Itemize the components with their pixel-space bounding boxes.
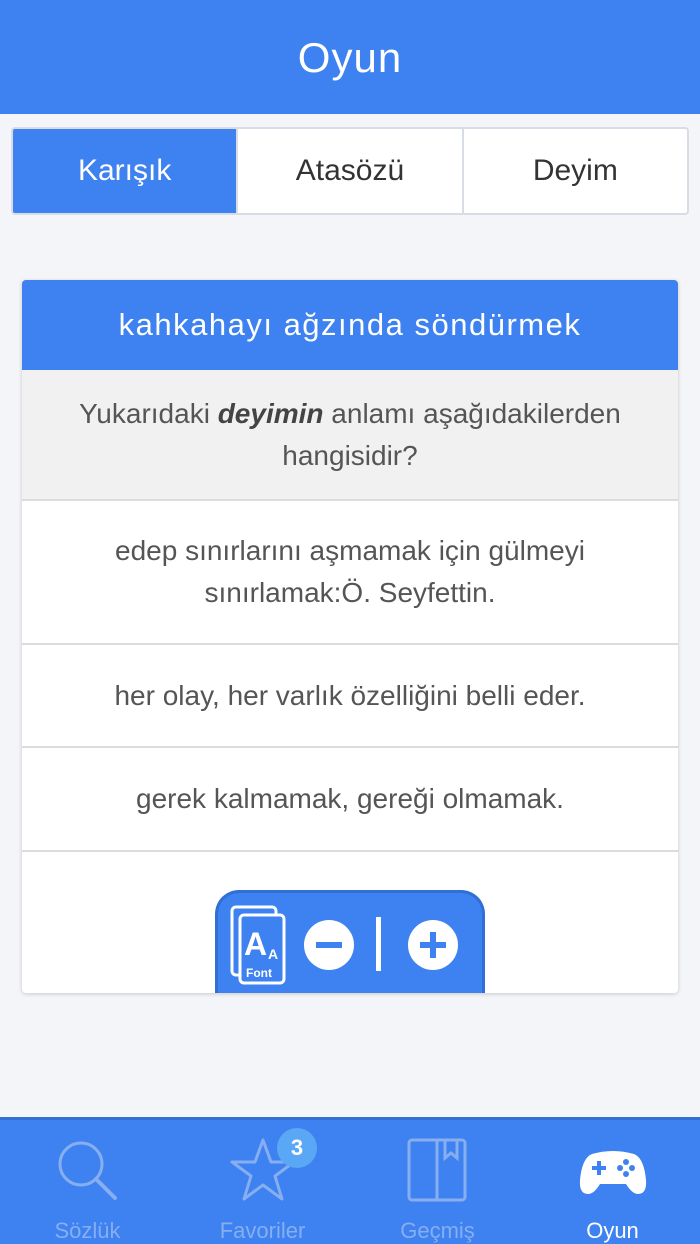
quiz-card: kahkahayı ağzında söndürmek Yukarıdaki d… [22, 280, 678, 993]
segment-deyim[interactable]: Deyim [464, 129, 687, 213]
favorites-count-badge: 3 [277, 1128, 317, 1168]
segment-atasozu[interactable]: Atasözü [238, 129, 464, 213]
tab-oyun[interactable]: Oyun [525, 1120, 700, 1244]
question-prefix: Yukarıdaki [79, 397, 210, 429]
page-title: Oyun [297, 34, 403, 81]
font-icon-letter: A [244, 926, 267, 962]
answer-option-2[interactable]: her olay, her varlık özelliğini belli ed… [22, 645, 678, 748]
font-control-divider [376, 917, 381, 971]
navigation-bar: Oyun [0, 0, 700, 114]
quiz-phrase: kahkahayı ağzında söndürmek [22, 280, 678, 370]
answer-option-1[interactable]: edep sınırlarını aşmamak için gülmeyi sı… [22, 501, 678, 645]
tab-label: Sözlük [54, 1218, 121, 1243]
answer-option-text: gerek kalmamak, gereği olmamak. [136, 783, 564, 814]
tab-gecmis[interactable]: Geçmiş [350, 1120, 525, 1244]
tab-bar: Sözlük 3 Favoriler Geçmiş Oyun [0, 1117, 700, 1244]
book-icon [403, 1136, 473, 1206]
quiz-question: Yukarıdaki deyimin anlamı aşağıdakilerde… [22, 370, 678, 501]
question-suffix: anlamı aşağıdakilerden hangisidir? [282, 397, 621, 471]
search-icon [53, 1136, 123, 1206]
tab-favoriler[interactable]: 3 Favoriler [175, 1120, 350, 1244]
question-emphasis: deyimin [217, 397, 324, 429]
tab-label: Geçmiş [400, 1218, 475, 1243]
gamepad-icon [578, 1136, 648, 1206]
tab-label: Favoriler [219, 1218, 306, 1243]
answer-option-text: edep sınırlarını aşmamak için gülmeyi sı… [115, 535, 585, 608]
font-icon-label: Font [246, 966, 272, 980]
category-segmented-control: Karışık Atasözü Deyim [11, 127, 689, 215]
font-icon-small-letter: A [268, 946, 278, 962]
font-size-control: A A Font [215, 890, 485, 993]
tab-sozluk[interactable]: Sözlük [0, 1120, 175, 1244]
font-size-icon: A A Font [230, 905, 286, 990]
decrease-font-button[interactable] [304, 920, 354, 970]
answer-option-3[interactable]: gerek kalmamak, gereği olmamak. [22, 748, 678, 852]
answer-option-text: her olay, her varlık özelliğini belli ed… [114, 679, 586, 711]
tab-label: Oyun [586, 1218, 639, 1243]
segment-karisik[interactable]: Karışık [13, 129, 239, 213]
increase-font-button[interactable] [408, 920, 458, 970]
